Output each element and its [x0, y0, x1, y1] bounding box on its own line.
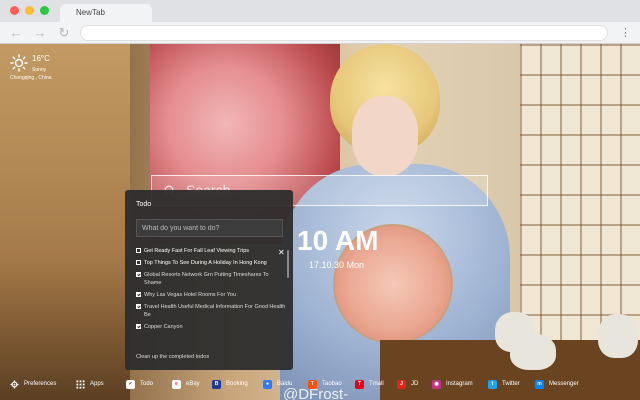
booking-icon: B	[212, 379, 221, 389]
link-label: Twitter	[502, 381, 520, 387]
link-jd[interactable]: J JD	[397, 377, 418, 391]
tab-newtab[interactable]: NewTab	[60, 4, 152, 22]
link-label: Booking	[226, 381, 248, 387]
wallpaper-teacup	[510, 334, 556, 370]
window-controls	[10, 6, 49, 15]
reload-icon[interactable]: ↻	[56, 25, 72, 41]
gear-icon	[10, 379, 19, 389]
todo-checkbox[interactable]	[136, 260, 141, 265]
weather-temperature: 16°C	[32, 54, 50, 63]
back-arrow-icon[interactable]: ←	[8, 25, 24, 41]
todo-item[interactable]: Get Ready Fast For Fall Leaf Viewing Tri…	[136, 247, 286, 255]
todo-checkbox-checked[interactable]	[136, 324, 141, 329]
clock-time: 10 AM	[297, 225, 379, 256]
todo-label: Todo	[140, 381, 154, 387]
clean-completed-link[interactable]: Clean up the completed todos	[136, 354, 209, 360]
address-bar[interactable]	[80, 25, 608, 41]
todo-input[interactable]	[136, 219, 283, 237]
todo-item-text: Why Las Vegas Hotel Rooms For You	[144, 292, 237, 298]
forward-arrow-icon[interactable]: →	[32, 25, 48, 41]
ebay-icon: e	[172, 379, 181, 389]
link-label: Instagram	[446, 381, 473, 387]
link-instagram[interactable]: ◉ Instagram	[432, 377, 473, 391]
todo-item[interactable]: Global Resorts Network Grn Putting Times…	[136, 271, 286, 287]
weather-location: Chongqing , China	[10, 75, 52, 81]
todo-panel: Todo ✕ Get Ready Fast For Fall Leaf View…	[125, 190, 293, 370]
todo-checkbox[interactable]	[136, 248, 141, 253]
todo-checkbox-checked[interactable]	[136, 292, 141, 297]
todo-checkbox-checked[interactable]	[136, 304, 141, 309]
todo-checkbox-checked[interactable]	[136, 272, 141, 277]
apps-label: Apps	[90, 381, 104, 387]
close-window-button[interactable]	[10, 6, 19, 15]
messenger-icon: m	[535, 379, 544, 389]
link-label: Tmall	[369, 381, 384, 387]
twitter-icon: t	[488, 379, 497, 389]
todo-title: Todo	[136, 201, 152, 208]
instagram-icon: ◉	[432, 379, 441, 389]
tab-bar: NewTab	[0, 0, 640, 22]
weather-condition: Sunny	[32, 67, 47, 73]
preferences-button[interactable]: Preferences	[10, 377, 56, 391]
watermark: @DFrost-	[283, 386, 349, 400]
wallpaper-face	[352, 96, 418, 176]
grid-icon	[76, 379, 85, 389]
todo-item-text: Top Things To See During A Holiday In Ho…	[144, 260, 267, 266]
todo-item[interactable]: Top Things To See During A Holiday In Ho…	[136, 259, 286, 267]
todo-scrollbar[interactable]	[287, 250, 289, 278]
minimize-window-button[interactable]	[25, 6, 34, 15]
todo-button[interactable]: ✓ Todo	[126, 377, 153, 391]
wallpaper-teapot	[598, 314, 638, 358]
kebab-menu-icon[interactable]: ⋮	[620, 25, 631, 41]
todo-item-text: Travel Health Useful Medical Information…	[144, 304, 286, 318]
link-messenger[interactable]: m Messenger	[535, 377, 579, 391]
link-label: eBay	[186, 381, 200, 387]
browser-toolbar: ← → ↻ ⋮	[0, 22, 640, 44]
tmall-icon: T	[355, 379, 364, 389]
maximize-window-button[interactable]	[40, 6, 49, 15]
todo-item-text: Global Resorts Network Grn Putting Times…	[144, 272, 269, 286]
tab-title: NewTab	[76, 8, 105, 17]
todo-item-text: Copper Canyon	[144, 324, 183, 330]
todo-item[interactable]: Travel Health Useful Medical Information…	[136, 303, 286, 319]
link-tmall[interactable]: T Tmall	[355, 377, 384, 391]
wallpaper	[0, 44, 640, 400]
jd-icon: J	[397, 379, 406, 389]
checkbox-icon: ✓	[126, 379, 135, 389]
link-label: Messenger	[549, 381, 579, 387]
wallpaper-folding-screen	[0, 44, 130, 400]
todo-item-text: Get Ready Fast For Fall Leaf Viewing Tri…	[144, 248, 250, 254]
todo-list: Get Ready Fast For Fall Leaf Viewing Tri…	[136, 247, 286, 335]
todo-item[interactable]: Why Las Vegas Hotel Rooms For You	[136, 291, 286, 299]
link-label: JD	[411, 381, 419, 387]
sun-icon	[10, 54, 28, 72]
apps-button[interactable]: Apps	[76, 377, 104, 391]
baidu-icon: ●	[263, 379, 272, 389]
clock-date: 17.10.30 Mon	[309, 260, 365, 270]
link-ebay[interactable]: e eBay	[172, 377, 200, 391]
link-twitter[interactable]: t Twitter	[488, 377, 520, 391]
link-booking[interactable]: B Booking	[212, 377, 248, 391]
todo-item[interactable]: Copper Canyon	[136, 323, 286, 331]
preferences-label: Preferences	[24, 381, 57, 387]
